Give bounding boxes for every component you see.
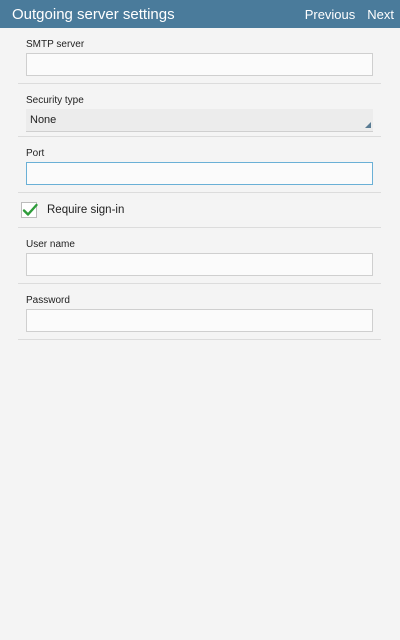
require-signin-row[interactable]: Require sign-in [18, 193, 381, 228]
checkmark-icon [22, 203, 38, 216]
smtp-server-input[interactable] [26, 53, 373, 76]
password-input[interactable] [26, 309, 373, 332]
security-type-value: None [30, 114, 57, 126]
user-name-input[interactable] [26, 253, 373, 276]
security-type-section: Security type None [18, 84, 381, 137]
port-label: Port [26, 148, 45, 159]
password-label: Password [26, 295, 70, 306]
user-name-section: User name [18, 228, 381, 284]
security-type-dropdown[interactable]: None [26, 109, 373, 132]
app-bar: Outgoing server settings Previous Next [0, 0, 400, 28]
user-name-label: User name [26, 239, 75, 250]
dropdown-corner-icon [365, 122, 371, 128]
password-section: Password [18, 284, 381, 340]
smtp-server-label: SMTP server [26, 39, 85, 50]
page-title: Outgoing server settings [12, 5, 175, 23]
previous-button[interactable]: Previous [297, 7, 364, 22]
security-type-label: Security type [26, 95, 84, 106]
port-section: Port [18, 137, 381, 193]
next-button[interactable]: Next [363, 7, 400, 22]
port-input[interactable] [26, 162, 373, 185]
smtp-server-section: SMTP server [18, 28, 381, 84]
require-signin-label: Require sign-in [47, 204, 125, 216]
require-signin-checkbox[interactable] [21, 202, 38, 218]
outgoing-server-form: SMTP server Security type None Port Requ… [18, 28, 381, 340]
